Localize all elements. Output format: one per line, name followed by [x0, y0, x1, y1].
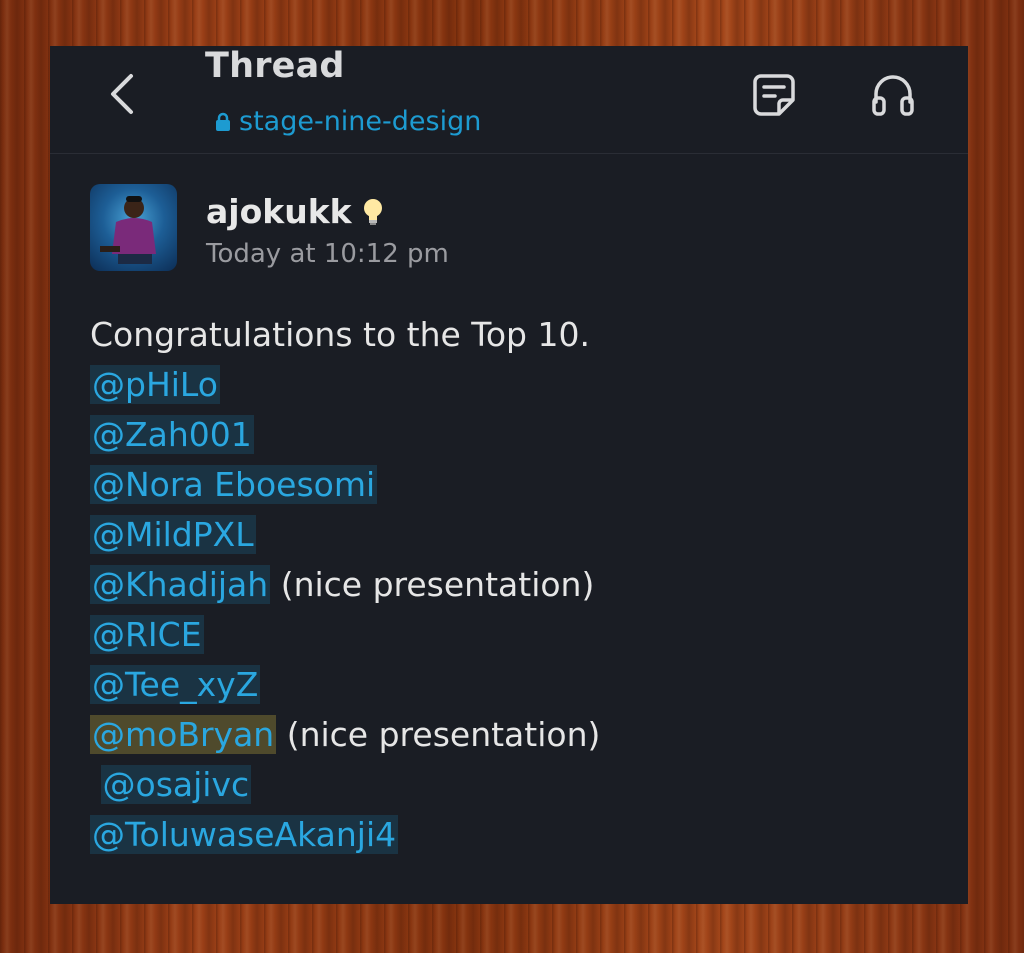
- back-button[interactable]: [102, 72, 142, 116]
- channel-name: stage-nine-design: [239, 106, 482, 137]
- lock-icon: [215, 112, 231, 132]
- thread-screen: Thread stage-nine-design ajokukk Today a…: [50, 46, 968, 904]
- mention-note: (nice presentation): [276, 715, 601, 754]
- notes-button[interactable]: [749, 70, 799, 120]
- mention-line: @osajivc: [90, 760, 600, 810]
- notes-icon: [753, 74, 795, 116]
- user-mention[interactable]: @MildPXL: [90, 515, 256, 554]
- user-mention[interactable]: @Zah001: [90, 415, 254, 454]
- username[interactable]: ajokukk: [206, 192, 384, 231]
- chevron-left-icon: [111, 74, 133, 114]
- user-mention[interactable]: @Khadijah: [90, 565, 271, 604]
- user-mention[interactable]: @Nora Eboesomi: [90, 465, 378, 504]
- huddle-button[interactable]: [868, 70, 918, 120]
- user-mention[interactable]: @ToluwaseAkanji4: [90, 815, 399, 854]
- mention-line: @RICE: [90, 610, 600, 660]
- mention-line: @ToluwaseAkanji4: [90, 810, 600, 860]
- mention-note: (nice presentation): [270, 565, 595, 604]
- headphones-icon: [872, 75, 914, 116]
- mention-line: @Tee_xyZ: [90, 660, 600, 710]
- username-text: ajokukk: [206, 192, 352, 231]
- channel-link[interactable]: stage-nine-design: [215, 106, 481, 137]
- user-mention[interactable]: @pHiLo: [90, 365, 220, 404]
- message-intro: Congratulations to the Top 10.: [90, 315, 590, 354]
- avatar[interactable]: [90, 184, 177, 271]
- user-mention[interactable]: @osajivc: [100, 765, 252, 804]
- self-mention[interactable]: @moBryan: [90, 715, 277, 754]
- avatar-photo: [100, 196, 156, 264]
- user-mention[interactable]: @Tee_xyZ: [90, 665, 261, 704]
- mention-line: @Zah001: [90, 410, 600, 460]
- light-bulb-icon: [362, 197, 384, 227]
- mention-line: @Khadijah (nice presentation): [90, 560, 600, 610]
- mention-line: @moBryan (nice presentation): [90, 710, 600, 760]
- timestamp: Today at 10:12 pm: [206, 239, 449, 269]
- mention-line: @pHiLo: [90, 360, 600, 410]
- mention-line: @Nora Eboesomi: [90, 460, 600, 510]
- message-body: Congratulations to the Top 10. @pHiLo @Z…: [90, 310, 600, 860]
- user-mention[interactable]: @RICE: [90, 615, 204, 654]
- thread-header: Thread stage-nine-design: [50, 46, 968, 154]
- thread-title: Thread: [205, 46, 345, 86]
- mention-line: @MildPXL: [90, 510, 600, 560]
